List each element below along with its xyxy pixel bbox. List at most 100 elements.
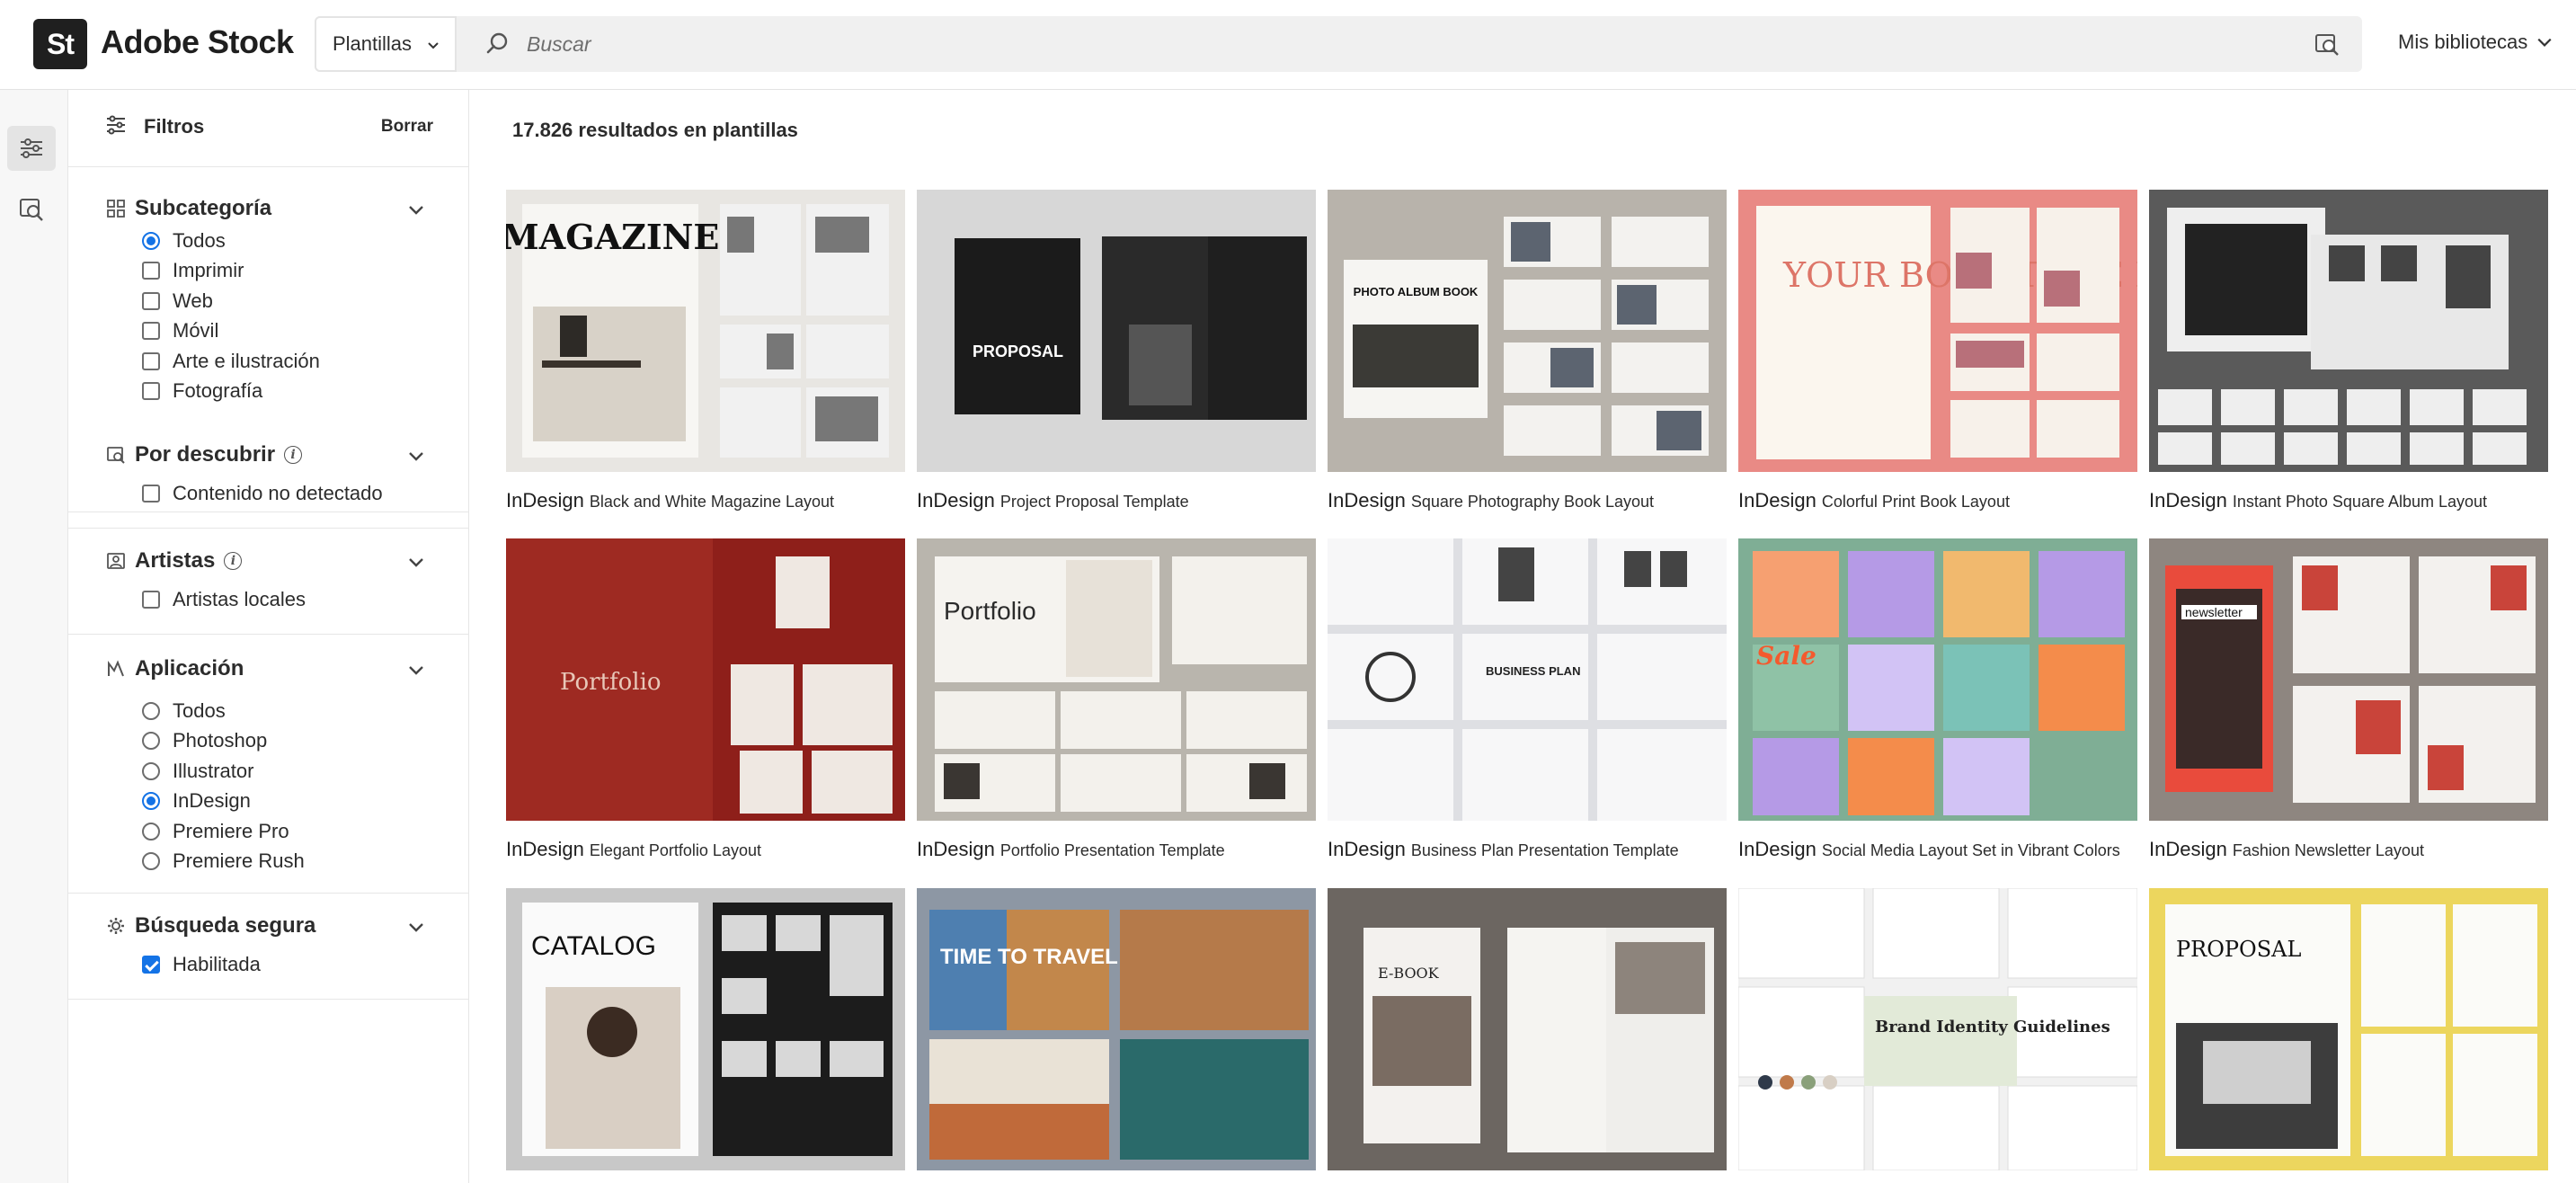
chevron-down-icon[interactable] (406, 917, 426, 937)
option-imprimir[interactable]: Imprimir (142, 259, 244, 282)
radio-button[interactable] (142, 823, 160, 841)
thumb-text: PROPOSAL (2176, 937, 2301, 962)
info-icon[interactable]: i (284, 446, 303, 464)
chevron-down-icon[interactable] (406, 200, 426, 219)
app-label: InDesign (1328, 489, 1406, 511)
radio-button[interactable] (142, 732, 160, 750)
option-photoshop[interactable]: Photoshop (142, 729, 267, 752)
template-caption[interactable]: InDesign Project Proposal Template (917, 489, 1189, 512)
checkbox[interactable] (142, 262, 160, 280)
template-thumbnail[interactable]: BUSINESS PLAN (1328, 538, 1727, 821)
section-title-text: Aplicación (135, 656, 244, 680)
section-safe-search: Búsqueda segura Habilitada (68, 894, 469, 1000)
template-thumbnail[interactable]: YOUR BOOK TITLE HERE (1738, 190, 2137, 472)
option-arte[interactable]: Arte e ilustración (142, 350, 320, 373)
checkbox[interactable] (142, 292, 160, 310)
option-premiere-pro[interactable]: Premiere Pro (142, 820, 289, 843)
template-caption[interactable]: InDesign Fashion Newsletter Layout (2149, 838, 2424, 861)
radio-button[interactable] (142, 792, 160, 810)
template-thumbnail[interactable]: CATALOG (506, 888, 905, 1170)
option-illustrator[interactable]: Illustrator (142, 760, 253, 783)
section-title[interactable]: Subcategoría (106, 196, 271, 221)
template-thumbnail[interactable]: newsletter (2149, 538, 2548, 821)
clear-filters-button[interactable]: Borrar (381, 117, 433, 137)
thumb-text: PHOTO ALBUM BOOK (1354, 285, 1479, 298)
info-icon[interactable]: i (224, 552, 243, 570)
checkbox[interactable] (142, 382, 160, 400)
thumb-text: Portfolio (560, 669, 662, 696)
radio-button[interactable] (142, 852, 160, 870)
template-caption[interactable]: InDesign Business Plan Presentation Templ… (1328, 838, 1679, 861)
checkbox[interactable] (142, 485, 160, 503)
template-thumbnail[interactable]: PROPOSAL (917, 190, 1316, 472)
visual-search-icon[interactable] (2314, 31, 2341, 58)
gear-icon (108, 918, 124, 934)
checkbox[interactable] (142, 322, 160, 340)
thumb-text: CATALOG (531, 931, 656, 961)
option-premiere-rush[interactable]: Premiere Rush (142, 849, 305, 873)
template-caption[interactable]: InDesign Black and White Magazine Layout (506, 489, 834, 512)
option-label: Imprimir (173, 259, 244, 281)
template-title: Instant Photo Square Album Layout (2232, 493, 2488, 511)
option-indesign[interactable]: InDesign (142, 789, 251, 813)
option-artistas-locales[interactable]: Artistas locales (142, 588, 306, 611)
template-title: Square Photography Book Layout (1410, 493, 1655, 511)
section-title[interactable]: Artistas i (106, 548, 243, 574)
adobe-stock-logo[interactable]: St (33, 19, 87, 69)
chevron-down-icon[interactable] (406, 446, 426, 466)
my-libraries-menu[interactable]: Mis bibliotecas (2398, 31, 2553, 54)
search-input[interactable] (527, 16, 2234, 72)
section-title-text: Por descubrir (135, 442, 276, 467)
option-web[interactable]: Web (142, 289, 213, 313)
checkbox[interactable] (142, 352, 160, 370)
left-rail (0, 90, 68, 1183)
radio-button[interactable] (142, 762, 160, 780)
template-caption[interactable]: InDesign Square Photography Book Layout (1328, 489, 1654, 512)
option-label: Móvil (173, 319, 219, 342)
option-fotografia[interactable]: Fotografía (142, 379, 262, 403)
template-thumbnail[interactable]: PROPOSAL (2149, 888, 2548, 1170)
template-thumbnail[interactable]: TIME TO TRAVEL (917, 888, 1316, 1170)
template-thumbnail[interactable]: MAGAZINE (506, 190, 905, 472)
search-icon (486, 32, 508, 54)
option-habilitada[interactable]: Habilitada (142, 953, 261, 976)
checkbox[interactable] (142, 956, 160, 974)
results-area: 17.826 resultados en plantillas MAGAZINE… (469, 90, 2576, 1183)
section-title[interactable]: Búsqueda segura (106, 913, 315, 938)
content-type-select[interactable]: Plantillas (315, 16, 457, 72)
template-thumbnail[interactable]: Brand Identity Guidelines (1738, 888, 2137, 1170)
content-type-label: Plantillas (333, 32, 413, 55)
option-label: Premiere Pro (173, 820, 289, 842)
option-todos[interactable]: Todos (142, 229, 226, 253)
template-caption[interactable]: InDesign Colorful Print Book Layout (1738, 489, 2010, 512)
template-thumbnail[interactable]: PHOTO ALBUM BOOK (1328, 190, 1727, 472)
radio-button[interactable] (142, 232, 160, 250)
radio-button[interactable] (142, 702, 160, 720)
option-movil[interactable]: Móvil (142, 319, 218, 342)
template-thumbnail[interactable]: Sale (1738, 538, 2137, 821)
template-title: Fashion Newsletter Layout (2232, 841, 2424, 859)
template-caption[interactable]: InDesign Elegant Portfolio Layout (506, 838, 761, 861)
template-thumbnail[interactable] (2149, 190, 2548, 472)
section-title[interactable]: Por descubrir i (106, 442, 303, 467)
section-title[interactable]: Aplicación (106, 656, 244, 681)
template-thumbnail[interactable]: Portfolio (506, 538, 905, 821)
template-thumbnail[interactable]: Portfolio (917, 538, 1316, 821)
brand-name[interactable]: Adobe Stock (101, 23, 294, 61)
filters-toggle-button[interactable] (7, 126, 56, 171)
template-thumbnail[interactable]: E-BOOK (1328, 888, 1727, 1170)
checkbox[interactable] (142, 591, 160, 609)
template-title: Elegant Portfolio Layout (589, 841, 761, 859)
app-label: InDesign (2149, 489, 2227, 511)
logo-text: St (47, 27, 75, 60)
thumb-text: BUSINESS PLAN (1486, 664, 1580, 678)
chevron-down-icon[interactable] (406, 552, 426, 572)
search-bar: Plantillas (315, 16, 2362, 72)
template-caption[interactable]: InDesign Portfolio Presentation Template (917, 838, 1225, 861)
option-contenido-no-detectado[interactable]: Contenido no detectado (142, 482, 383, 505)
chevron-down-icon[interactable] (406, 660, 426, 680)
visual-search-rail-button[interactable] (7, 187, 56, 232)
template-caption[interactable]: InDesign Social Media Layout Set in Vibra… (1738, 838, 2120, 861)
template-caption[interactable]: InDesign Instant Photo Square Album Layou… (2149, 489, 2487, 512)
option-app-todos[interactable]: Todos (142, 699, 226, 723)
